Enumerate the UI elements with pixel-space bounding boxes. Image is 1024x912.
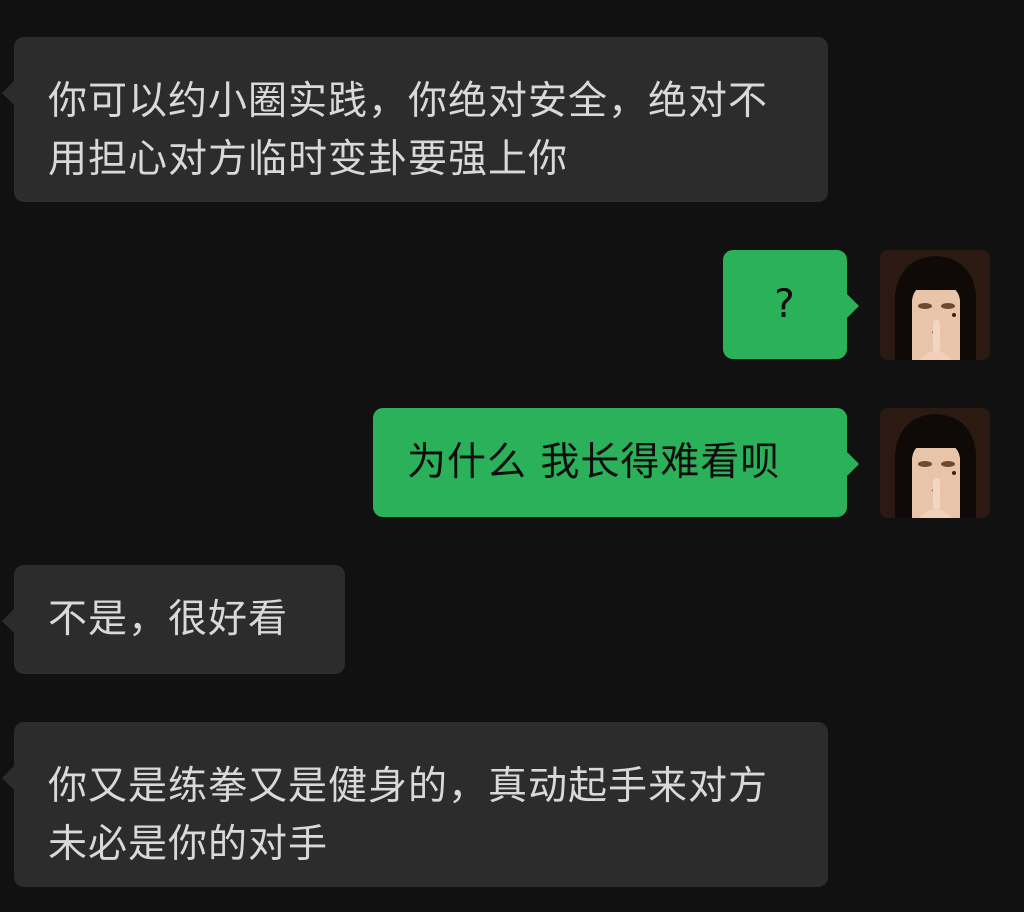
message-text: 你又是练拳又是健身的，真动起手来对方未必是你的对手 bbox=[48, 764, 769, 867]
message-text: 为什么 我长得难看呗 bbox=[407, 440, 781, 485]
avatar-girl-icon bbox=[880, 250, 990, 360]
message-bubble-outgoing[interactable]: 为什么 我长得难看呗 bbox=[373, 408, 859, 517]
message-bubble-incoming[interactable]: 你又是练拳又是健身的，真动起手来对方未必是你的对手 bbox=[2, 722, 828, 887]
chat-conversation: 你可以约小圈实践，你绝对安全，绝对不用担心对方临时变卦要强上你 ? 为什么 我长… bbox=[0, 0, 1024, 912]
user-avatar[interactable] bbox=[880, 408, 990, 518]
message-text: 不是，很好看 bbox=[48, 597, 289, 642]
message-bubble-outgoing[interactable]: ? bbox=[723, 250, 859, 359]
user-avatar[interactable] bbox=[880, 250, 990, 360]
avatar-girl-icon bbox=[880, 408, 990, 518]
message-bubble-incoming[interactable]: 你可以约小圈实践，你绝对安全，绝对不用担心对方临时变卦要强上你 bbox=[2, 37, 828, 202]
message-text: ? bbox=[774, 282, 796, 327]
message-text: 你可以约小圈实践，你绝对安全，绝对不用担心对方临时变卦要强上你 bbox=[48, 79, 769, 182]
message-bubble-incoming[interactable]: 不是，很好看 bbox=[2, 565, 345, 674]
